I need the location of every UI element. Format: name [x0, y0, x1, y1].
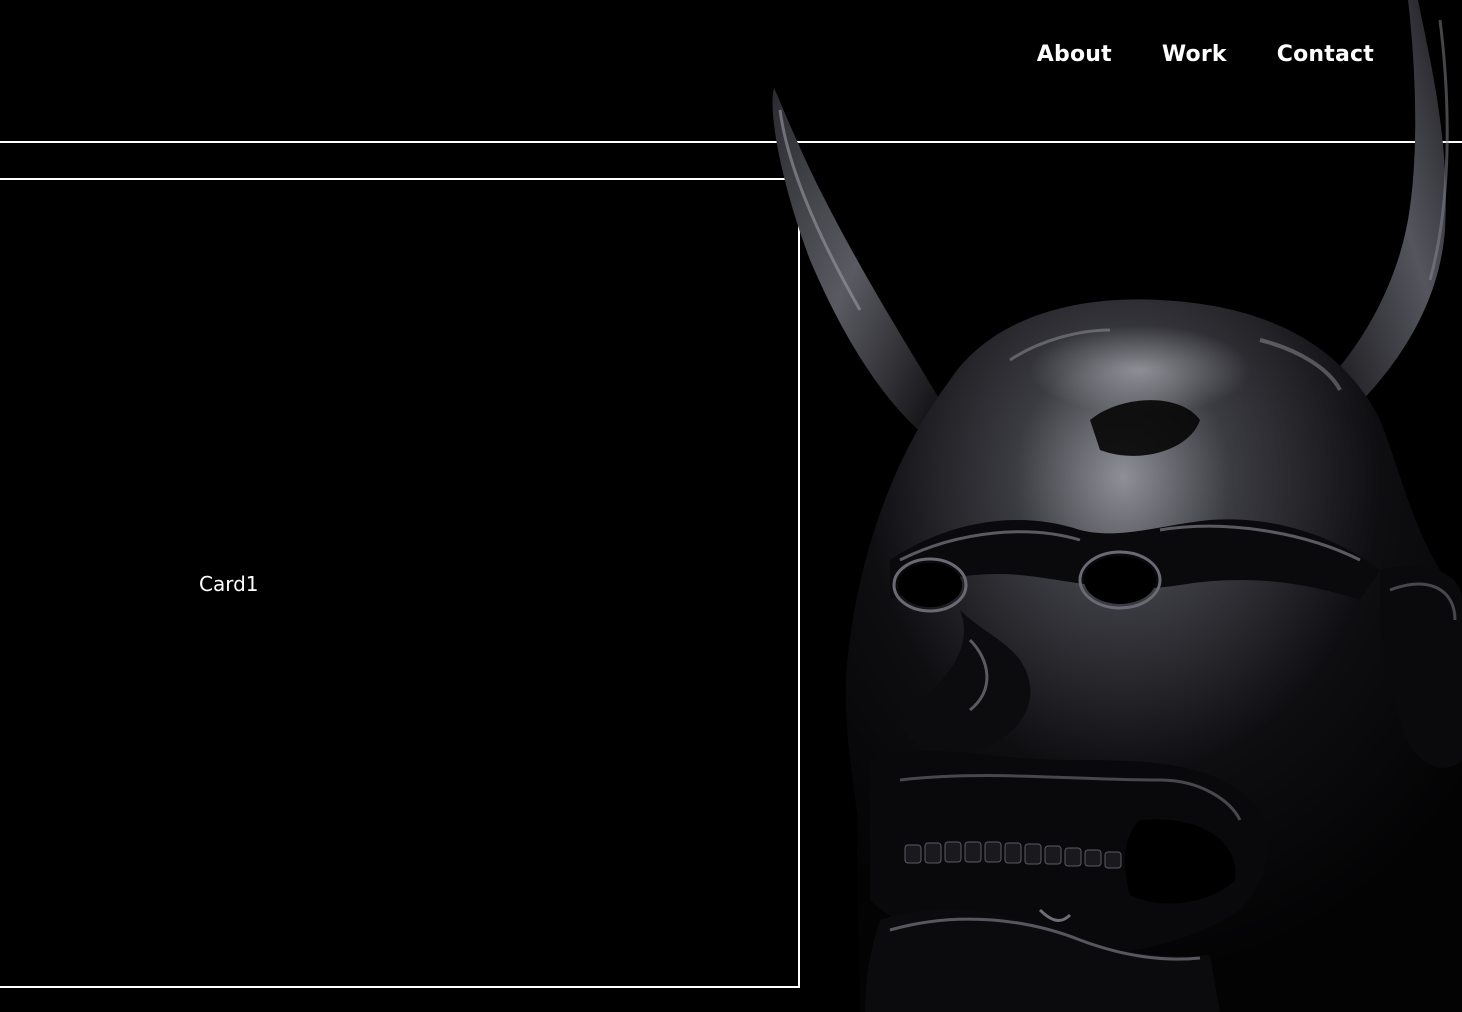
nav-about[interactable]: About: [1037, 42, 1112, 67]
nav-work[interactable]: Work: [1162, 42, 1227, 67]
card-panel[interactable]: Card1: [0, 178, 800, 988]
oni-mask-icon: [772, 0, 1462, 1012]
top-nav: About Work Contact: [1037, 42, 1374, 67]
nav-contact[interactable]: Contact: [1277, 42, 1374, 67]
page: About Work Contact Card1: [0, 0, 1462, 1012]
card-label: Card1: [199, 572, 259, 596]
